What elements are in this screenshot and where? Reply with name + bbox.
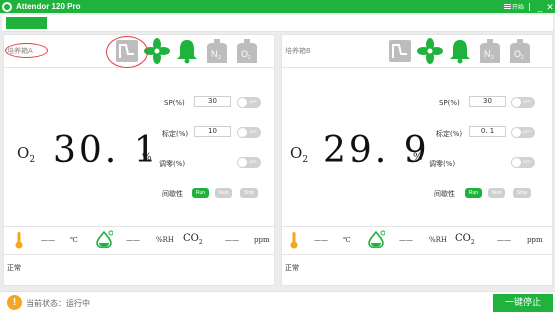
title-bar: Attendor 120 Pro 开始 _ ✕ [0, 0, 555, 13]
incubator-name: 培养箱B [285, 47, 311, 55]
next-button[interactable]: Next [488, 188, 505, 198]
zero-label: 调零(%) [159, 160, 186, 168]
n2-icon-text: N [211, 49, 218, 59]
fan-icon[interactable] [144, 38, 170, 64]
close-button[interactable]: ✕ [545, 1, 555, 13]
temperature-value: —— [41, 236, 55, 244]
minimize-button[interactable]: _ [535, 1, 545, 13]
humidity-icon [368, 230, 385, 248]
menu-icon[interactable] [503, 4, 511, 9]
incubator-panel-a: 培养箱A N2 O2 O2 30. 1 % SP(%) 30 OFF 标定(%)… [3, 34, 275, 286]
zero-toggle[interactable]: OFF [237, 157, 261, 168]
tab-active-indicator[interactable] [6, 17, 47, 29]
panel-header: 培养箱A N2 O2 [4, 35, 274, 68]
o2-reading: 29. 9 [323, 130, 430, 171]
bell-icon[interactable] [174, 38, 200, 64]
emergency-stop-button[interactable]: 一键停止 [493, 294, 553, 312]
o2-icon-sub: 2 [248, 55, 251, 61]
co2-value: —— [225, 236, 239, 244]
title-separator [529, 2, 530, 11]
status-line: 正常 [282, 254, 552, 285]
co2-label: CO2 [455, 233, 475, 246]
graph-icon[interactable] [114, 38, 140, 64]
co2-unit: ppm [254, 236, 270, 244]
sensor-row: —— ℃ —— %RH CO2 —— ppm [4, 226, 274, 254]
humidity-icon [96, 230, 113, 248]
calib-toggle[interactable]: OFF [237, 127, 261, 138]
o2-icon-text: O [514, 49, 521, 59]
stop-button[interactable]: Stop [513, 188, 531, 198]
thermometer-icon [290, 232, 298, 249]
bell-icon[interactable] [447, 38, 473, 64]
app-logo-icon [2, 1, 12, 12]
o2-unit: % [142, 152, 152, 163]
sp-input[interactable]: 30 [194, 96, 231, 107]
o2-reading: 30. 1 [53, 130, 160, 171]
thermometer-icon [15, 232, 23, 249]
n2-cylinder-icon[interactable]: N2 [204, 38, 230, 64]
sp-label: SP(%) [164, 99, 185, 107]
sensor-row: —— ℃ —— %RH CO2 —— ppm [282, 226, 552, 254]
status-line: 正常 [4, 254, 274, 285]
run-button[interactable]: Run [192, 188, 209, 198]
menu-label[interactable]: 开始 [512, 2, 524, 11]
calib-label: 标定(%) [162, 130, 189, 138]
panel-header: 培养箱B N2 O2 [282, 35, 552, 68]
o2-cylinder-icon[interactable]: O2 [234, 38, 260, 64]
n2-icon-sub: 2 [218, 55, 221, 61]
o2-icon-text: O [241, 49, 248, 59]
device-icon-row: N2 O2 [114, 38, 260, 66]
intermittent-label: 间歇性 [434, 190, 455, 198]
incubator-status: 正常 [285, 264, 299, 272]
o2-icon-sub: 2 [521, 55, 524, 61]
calib-input[interactable]: 0. 1 [469, 126, 506, 137]
calib-input[interactable]: 10 [194, 126, 231, 137]
co2-unit: ppm [527, 236, 543, 244]
top-tab-bar [2, 15, 553, 32]
temperature-value: —— [314, 236, 328, 244]
calib-label: 标定(%) [436, 130, 463, 138]
device-icon-row: N2 O2 [387, 38, 533, 66]
humidity-value: —— [126, 236, 140, 244]
stop-button[interactable]: Stop [240, 188, 258, 198]
bottom-status-bar: ! 当前状态：运行中 一键停止 [0, 291, 555, 313]
calib-toggle[interactable]: OFF [511, 127, 535, 138]
co2-label: CO2 [183, 233, 203, 246]
temperature-unit: ℃ [70, 236, 78, 244]
fan-icon[interactable] [417, 38, 443, 64]
temperature-unit: ℃ [343, 236, 351, 244]
zero-label: 调零(%) [429, 160, 456, 168]
sp-toggle[interactable]: OFF [511, 97, 535, 108]
o2-label: O2 [17, 144, 36, 165]
app-title: Attendor 120 Pro [16, 2, 81, 11]
incubator-name: 培养箱A [7, 47, 33, 55]
run-status-text: 当前状态：运行中 [26, 299, 90, 308]
n2-icon-text: N [484, 49, 491, 59]
zero-toggle[interactable]: OFF [511, 157, 535, 168]
n2-cylinder-icon[interactable]: N2 [477, 38, 503, 64]
warning-icon: ! [7, 295, 22, 310]
graph-icon[interactable] [387, 38, 413, 64]
o2-cylinder-icon[interactable]: O2 [507, 38, 533, 64]
run-button[interactable]: Run [465, 188, 482, 198]
co2-value: —— [497, 236, 511, 244]
next-button[interactable]: Next [215, 188, 232, 198]
sp-input[interactable]: 30 [469, 96, 506, 107]
sp-label: SP(%) [439, 99, 460, 107]
humidity-unit: %RH [156, 236, 175, 244]
incubator-panel-b: 培养箱B N2 O2 O2 29. 9 % SP(%) 30 OFF 标定(%)… [281, 34, 553, 286]
humidity-unit: %RH [429, 236, 448, 244]
sp-toggle[interactable]: OFF [237, 97, 261, 108]
n2-icon-sub: 2 [491, 55, 494, 61]
o2-unit: % [413, 152, 423, 163]
intermittent-label: 间歇性 [162, 190, 183, 198]
o2-label: O2 [290, 144, 309, 165]
humidity-value: —— [399, 236, 413, 244]
incubator-status: 正常 [7, 264, 21, 272]
